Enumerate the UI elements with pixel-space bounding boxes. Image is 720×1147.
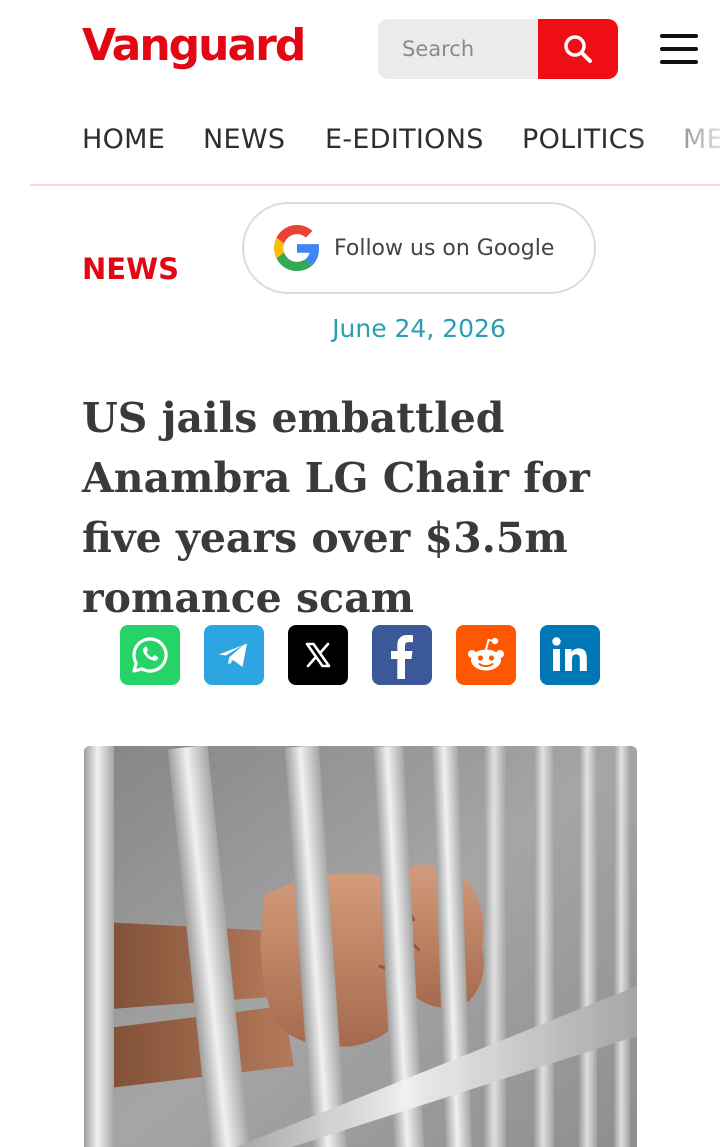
article-hero-image	[84, 746, 637, 1147]
search-bar	[378, 19, 618, 79]
search-icon	[564, 35, 592, 63]
article-headline: US jails embattled Anambra LG Chair for …	[82, 394, 590, 622]
hamburger-menu-icon[interactable]	[660, 34, 698, 64]
search-button[interactable]	[538, 19, 618, 79]
follow-google-button[interactable]: Follow us on Google	[242, 202, 596, 294]
facebook-icon	[391, 635, 413, 679]
search-input[interactable]	[378, 19, 538, 79]
main-nav: HOME NEWS E-EDITIONS POLITICS ME	[30, 118, 720, 186]
whatsapp-icon	[132, 637, 168, 673]
nav-fade	[630, 118, 720, 184]
linkedin-icon	[552, 637, 587, 671]
share-linkedin-button[interactable]	[540, 625, 600, 685]
article-date: June 24, 2026	[332, 314, 506, 343]
nav-item-home[interactable]: HOME	[82, 124, 165, 155]
nav-item-e-editions[interactable]: E-EDITIONS	[325, 124, 484, 155]
follow-google-label: Follow us on Google	[334, 235, 555, 261]
jail-bars-image	[84, 746, 637, 1147]
nav-item-news[interactable]: NEWS	[203, 124, 285, 155]
share-whatsapp-button[interactable]	[120, 625, 180, 685]
share-facebook-button[interactable]	[372, 625, 432, 685]
site-logo[interactable]: Vanguard	[82, 18, 306, 74]
article-category[interactable]: NEWS	[82, 252, 179, 286]
share-reddit-button[interactable]	[456, 625, 516, 685]
share-x-button[interactable]	[288, 625, 348, 685]
telegram-icon	[219, 643, 247, 667]
google-icon	[274, 225, 320, 271]
reddit-icon	[468, 637, 504, 671]
share-telegram-button[interactable]	[204, 625, 264, 685]
x-icon	[305, 642, 331, 668]
nav-item-politics[interactable]: POLITICS	[522, 124, 645, 155]
